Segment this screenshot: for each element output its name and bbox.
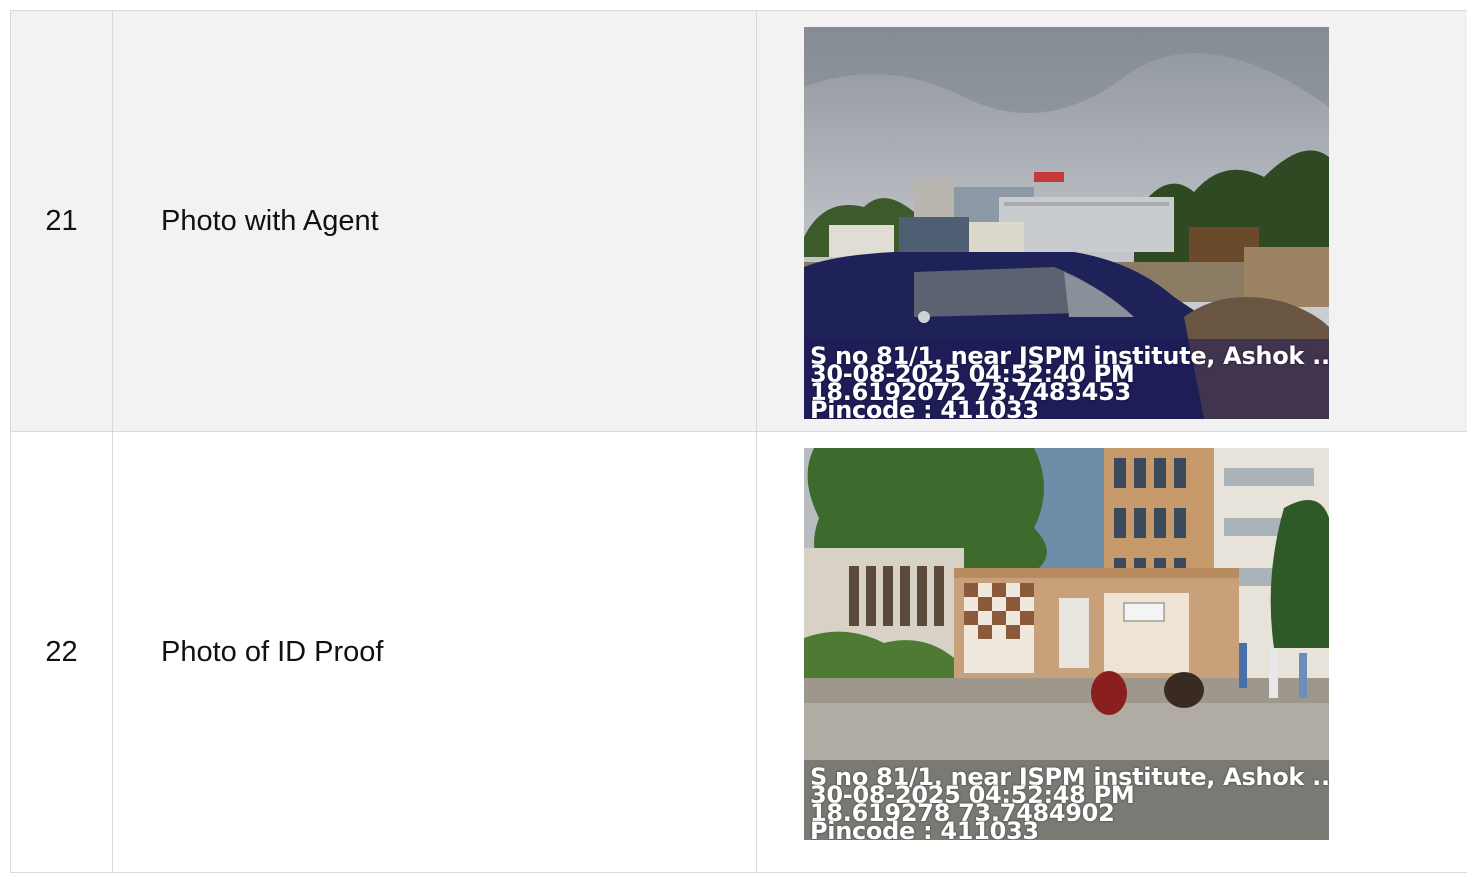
- photo-cell: S no 81/1, near JSPM institute, Ashok ..…: [756, 11, 1467, 431]
- photo-stamp-overlay: S no 81/1, near JSPM institute, Ashok ..…: [804, 760, 1329, 840]
- row-label: Photo of ID Proof: [112, 432, 756, 872]
- table-row: 21 Photo with Agent S no 81/1, near JSPM…: [10, 11, 1467, 432]
- agent-photo[interactable]: S no 81/1, near JSPM institute, Ashok ..…: [804, 27, 1329, 419]
- row-number: 21: [10, 11, 112, 431]
- row-number: 22: [10, 432, 112, 872]
- table-row: 22 Photo of ID Proof S no 81/1, near JSP…: [10, 432, 1467, 873]
- photo-cell: S no 81/1, near JSPM institute, Ashok ..…: [756, 432, 1467, 872]
- row-label: Photo with Agent: [112, 11, 756, 431]
- photo-table: 21 Photo with Agent S no 81/1, near JSPM…: [10, 10, 1467, 873]
- photo-stamp-text: S no 81/1, near JSPM institute, Ashok ..…: [810, 344, 1329, 419]
- id-proof-photo[interactable]: S no 81/1, near JSPM institute, Ashok ..…: [804, 448, 1329, 840]
- photo-stamp-overlay: S no 81/1, near JSPM institute, Ashok ..…: [804, 339, 1329, 419]
- photo-stamp-text: S no 81/1, near JSPM institute, Ashok ..…: [810, 765, 1329, 840]
